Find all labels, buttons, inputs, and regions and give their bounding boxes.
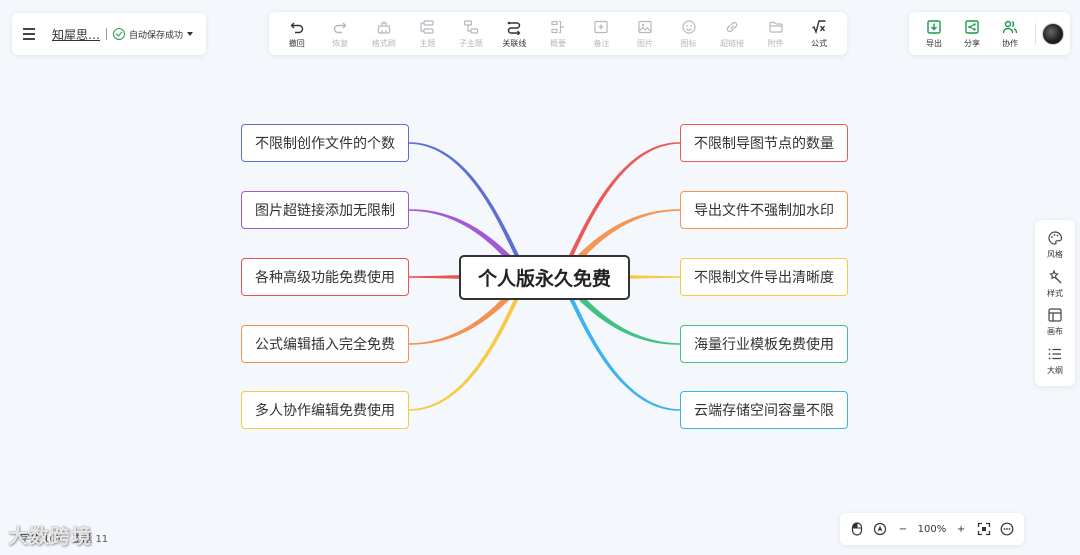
right-topic-node[interactable]: 云端存储空间容量不限 [680, 391, 848, 429]
mindmap-canvas[interactable]: 不限制创作文件的个数 图片超链接添加无限制 各种高级功能免费使用 公式编辑插入完全免费… [0, 0, 1080, 555]
link-icon [726, 21, 738, 32]
emoji-icon [681, 19, 696, 34]
format-brush-icon [377, 20, 390, 34]
attachment-icon [769, 21, 783, 33]
check-circle-icon [113, 28, 126, 40]
toolbar-label: 图标 [680, 38, 697, 48]
export-icon [927, 19, 941, 34]
note-icon [594, 20, 609, 33]
menu-icon[interactable] [20, 24, 40, 44]
mouse-icon[interactable] [849, 521, 865, 537]
locate-icon[interactable] [872, 521, 888, 537]
left-topic-node[interactable]: 多人协作编辑免费使用 [241, 391, 409, 429]
collaborate-icon [1002, 20, 1018, 33]
toolbar-button-attachment[interactable]: 附件 [756, 19, 796, 49]
toolbar-button-redo[interactable]: 恢复 [320, 19, 360, 49]
divider [106, 28, 108, 40]
toolbar-label: 备注 [593, 38, 610, 48]
style-button[interactable]: 风格 [1037, 230, 1073, 260]
toolbar-button-image[interactable]: 图片 [625, 19, 665, 49]
fit-screen-icon[interactable] [976, 521, 992, 537]
toolbar-label: 概要 [549, 38, 566, 48]
toolbar-button-emoji[interactable]: 图标 [669, 19, 709, 49]
toolbar-label: 格式刷 [371, 38, 396, 48]
watermark: 大数跨境 [8, 524, 92, 548]
collaborate-button[interactable]: 协作 [991, 19, 1029, 49]
side-dock: 风格 样式 画布 大纲 [1035, 220, 1075, 386]
toolbar-button-relation-line[interactable]: 关联线 [494, 19, 534, 49]
outline-label: 大纲 [1047, 365, 1063, 375]
format-label: 样式 [1047, 288, 1063, 298]
toolbar-button-undo[interactable]: 撤回 [277, 19, 317, 49]
style-label: 风格 [1047, 250, 1063, 260]
undo-icon [290, 22, 303, 33]
topic-icon [420, 19, 434, 34]
list-icon [1048, 348, 1061, 360]
zoom-out-button[interactable]: − [895, 521, 911, 537]
toolbar-label: 图片 [637, 38, 654, 48]
outline-button[interactable]: 大纲 [1037, 346, 1073, 376]
central-topic[interactable]: 个人版永久免费 [459, 255, 630, 300]
left-topic-node[interactable]: 图片超链接添加无限制 [241, 191, 409, 229]
summary-icon [551, 20, 564, 33]
toolbar-button-formula[interactable]: 公式 [799, 19, 839, 49]
divider [1035, 22, 1036, 45]
document-title[interactable]: 知犀思… [52, 26, 100, 43]
save-status[interactable]: 自动保存成功 [113, 28, 194, 41]
toolbar-button-subtopic[interactable]: 子主题 [451, 19, 491, 49]
share-label: 分享 [964, 38, 980, 48]
canvas-label: 画布 [1047, 327, 1063, 337]
toolbar-label: 附件 [767, 38, 784, 48]
toolbar-button-note[interactable]: 备注 [581, 19, 621, 49]
collaborate-label: 协作 [1002, 38, 1018, 48]
toolbar-label: 恢复 [332, 38, 349, 48]
toolbar-button-format-brush[interactable]: 格式刷 [364, 19, 404, 49]
canvas-button[interactable]: 画布 [1037, 307, 1073, 337]
toolbar-label: 关联线 [502, 38, 527, 48]
caret-down-icon [187, 32, 194, 36]
toolbar-label: 主题 [419, 38, 436, 48]
share-icon [965, 19, 979, 34]
toolbar-label: 撤回 [288, 38, 305, 48]
document-panel: 知犀思… 自动保存成功 [12, 13, 206, 55]
right-topic-node[interactable]: 导出文件不强制加水印 [680, 191, 848, 229]
share-button[interactable]: 分享 [953, 19, 991, 49]
toolbar-label: 超链接 [720, 38, 745, 48]
redo-icon [334, 22, 347, 33]
export-label: 导出 [926, 38, 942, 48]
zoom-level: 100% [917, 523, 947, 535]
relation-line-icon [508, 21, 521, 35]
zoom-controls: − 100% + [840, 513, 1024, 545]
formula-icon [812, 19, 826, 34]
magic-wand-icon [1049, 269, 1062, 284]
subtopic-icon [463, 19, 478, 34]
format-button[interactable]: 样式 [1037, 269, 1073, 299]
save-status-label: 自动保存成功 [129, 30, 184, 41]
right-topic-node[interactable]: 海量行业模板免费使用 [680, 325, 848, 363]
image-icon [638, 20, 652, 33]
right-topic-node[interactable]: 不限制导图节点的数量 [680, 124, 848, 162]
palette-icon [1048, 231, 1063, 245]
toolbar-button-summary[interactable]: 概要 [538, 19, 578, 49]
right-topic-node[interactable]: 不限制文件导出清晰度 [680, 258, 848, 296]
toolbar-label: 子主题 [458, 38, 483, 48]
left-topic-node[interactable]: 不限制创作文件的个数 [241, 124, 409, 162]
zoom-in-button[interactable]: + [953, 521, 969, 537]
share-panel: 导出 分享 协作 [909, 12, 1070, 55]
toolbar-label: 公式 [811, 38, 828, 48]
left-topic-node[interactable]: 各种高级功能免费使用 [241, 258, 409, 296]
main-toolbar: 撤回 恢复 格式刷 主题 子主题 关联线 概要 备注 图片 图标 超链接 附件 公式 [269, 12, 847, 55]
layout-icon [1048, 308, 1062, 322]
left-topic-node[interactable]: 公式编辑插入完全免费 [241, 325, 409, 363]
more-icon[interactable] [999, 521, 1015, 537]
toolbar-button-topic[interactable]: 主题 [407, 19, 447, 49]
avatar[interactable] [1042, 22, 1064, 45]
toolbar-button-link[interactable]: 超链接 [712, 19, 752, 49]
export-button[interactable]: 导出 [915, 19, 953, 49]
